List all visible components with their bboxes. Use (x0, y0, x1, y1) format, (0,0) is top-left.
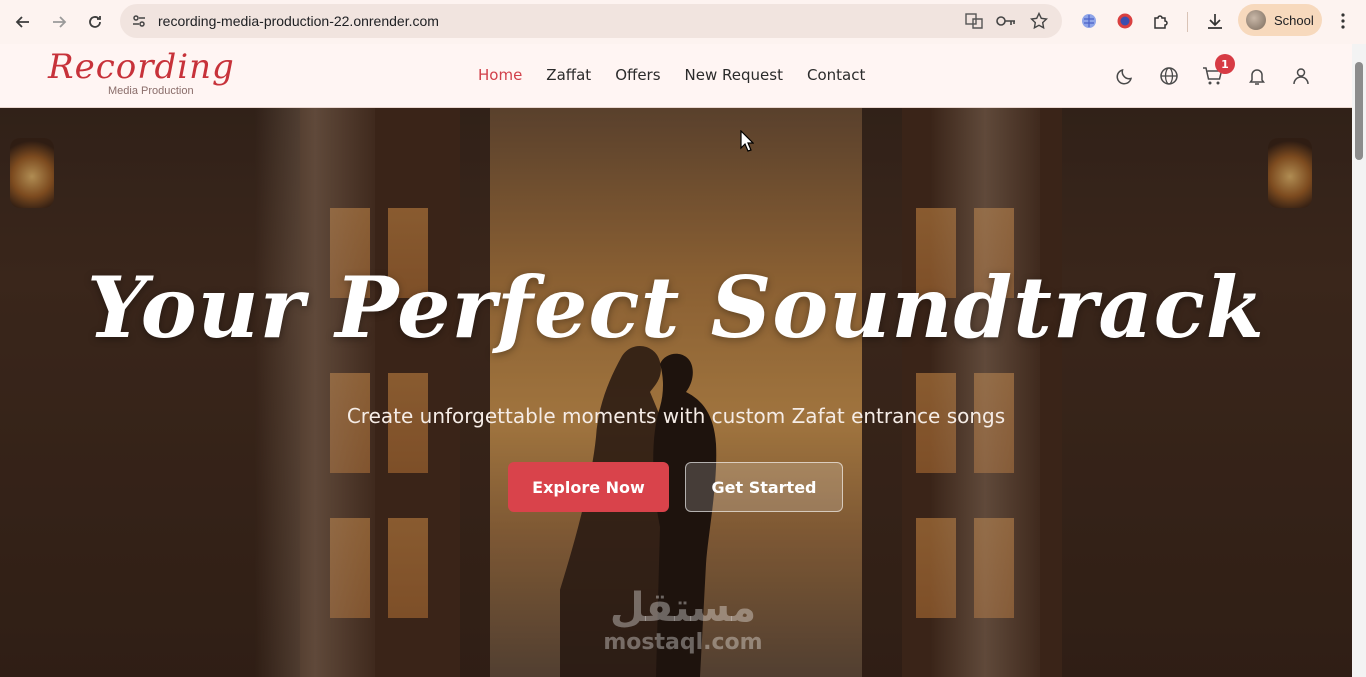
hero-section: Your Perfect Soundtrack Create unforgett… (0, 108, 1352, 677)
browser-menu-icon[interactable] (1332, 10, 1354, 32)
watermark-latin: mostaql.com (603, 630, 763, 655)
nav-offers[interactable]: Offers (615, 66, 660, 84)
nav-new-request[interactable]: New Request (685, 66, 783, 84)
url-text[interactable]: recording-media-production-22.onrender.c… (158, 13, 439, 29)
page-scrollbar[interactable] (1352, 44, 1366, 677)
forward-arrow-icon[interactable] (45, 8, 73, 36)
watermark: مستقل mostaql.com (598, 586, 768, 655)
hero-title: Your Perfect Soundtrack (86, 258, 1266, 357)
site-logo[interactable]: Recording Media Production (46, 47, 234, 105)
dark-mode-moon-icon[interactable] (1113, 64, 1137, 88)
scrollbar-thumb[interactable] (1355, 62, 1363, 160)
bookmark-star-icon[interactable] (1029, 12, 1049, 30)
download-icon[interactable] (1204, 10, 1226, 32)
toolbar-divider (1187, 12, 1188, 32)
browser-toolbar: recording-media-production-22.onrender.c… (0, 0, 1366, 44)
reload-icon[interactable] (81, 8, 109, 36)
nav-home[interactable]: Home (478, 66, 522, 84)
site-header: Recording Media Production Home Zaffat O… (0, 44, 1352, 108)
user-account-icon[interactable] (1289, 64, 1313, 88)
language-globe-icon[interactable] (1157, 64, 1181, 88)
get-started-button[interactable]: Get Started (685, 462, 843, 512)
extension-record-icon[interactable] (1114, 10, 1136, 32)
site-settings-icon[interactable] (130, 12, 148, 30)
nav-zaffat[interactable]: Zaffat (546, 66, 591, 84)
logo-subtext: Media Production (108, 85, 194, 97)
notification-bell-icon[interactable] (1245, 64, 1269, 88)
cart-count-badge: 1 (1215, 54, 1235, 74)
translate-icon[interactable] (964, 12, 984, 30)
logo-text: Recording (48, 47, 235, 87)
address-bar[interactable]: recording-media-production-22.onrender.c… (120, 4, 1062, 38)
profile-label: School (1274, 12, 1314, 28)
extension-brain-icon[interactable] (1078, 10, 1100, 32)
watermark-arabic: مستقل (609, 585, 757, 631)
nav-contact[interactable]: Contact (807, 66, 865, 84)
hero-subtitle: Create unforgettable moments with custom… (346, 404, 1006, 428)
password-key-icon[interactable] (996, 12, 1016, 30)
extensions-puzzle-icon[interactable] (1150, 10, 1172, 32)
explore-now-button[interactable]: Explore Now (508, 462, 669, 512)
profile-chip[interactable]: School (1238, 4, 1322, 36)
mouse-cursor-icon (740, 130, 754, 152)
back-arrow-icon[interactable] (9, 8, 37, 36)
avatar (1246, 10, 1266, 30)
main-nav: Home Zaffat Offers New Request Contact (478, 66, 865, 84)
